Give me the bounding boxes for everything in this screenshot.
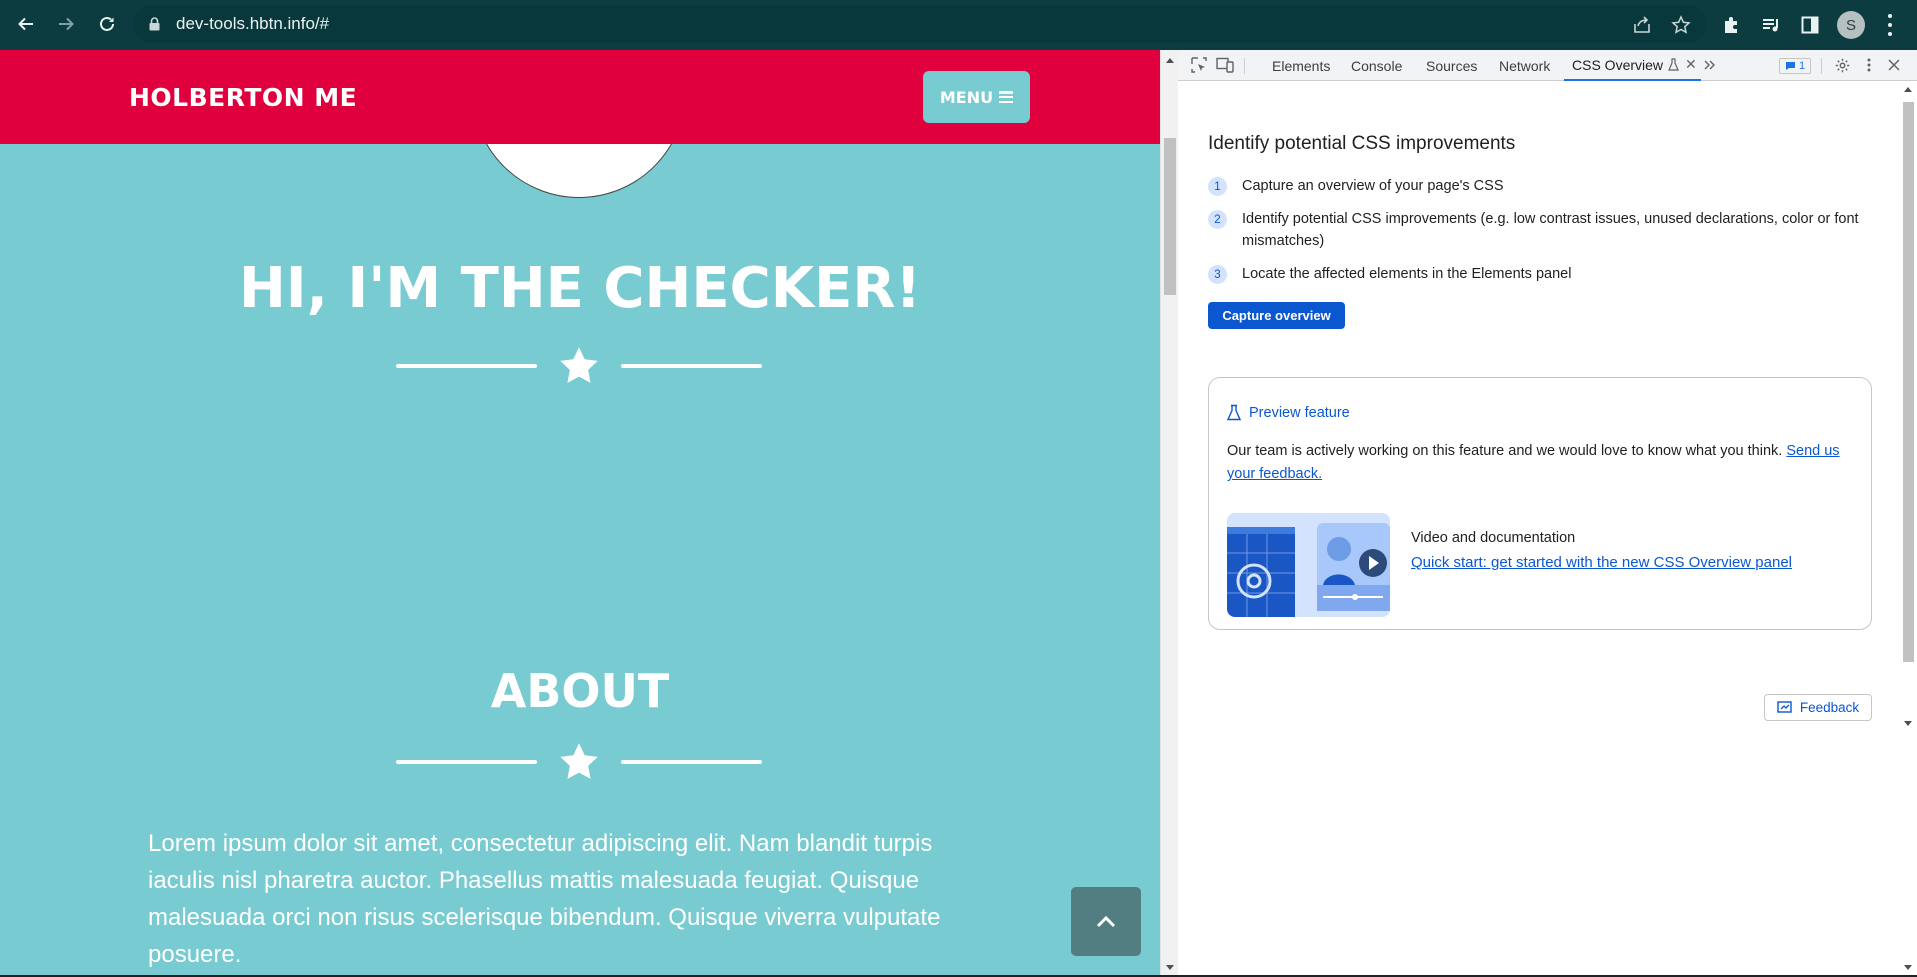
star-icon: [560, 347, 598, 383]
site-brand[interactable]: HOLBERTON ME: [129, 83, 357, 112]
hero-divider: [396, 344, 762, 388]
about-paragraph: Lorem ipsum dolor sit amet, consectetur …: [148, 830, 941, 968]
site-navbar: HOLBERTON ME MENU: [0, 50, 1160, 144]
preview-feature-heading: Preview feature: [1227, 404, 1350, 421]
inspect-icon: [1191, 57, 1207, 73]
video-label: Video and documentation: [1411, 530, 1576, 546]
tab-elements[interactable]: Elements: [1272, 50, 1330, 81]
arrow-right-icon: [59, 17, 74, 31]
kebab-icon: [1867, 58, 1871, 72]
devtools-menu-button[interactable]: [1860, 56, 1878, 74]
preview-feature-text: Our team is actively working on this fea…: [1227, 443, 1840, 482]
devtools-scrollbar-thumb[interactable]: [1903, 102, 1914, 662]
flask-icon: [1227, 404, 1241, 421]
overview-title: Identify potential CSS improvements: [1208, 133, 1516, 154]
hamburger-icon: [999, 91, 1014, 103]
gear-icon: [1835, 58, 1849, 72]
tab-console[interactable]: Console: [1351, 50, 1402, 81]
forward-button[interactable]: [52, 10, 80, 38]
side-panel-icon: [1801, 16, 1819, 34]
tab-sources[interactable]: Sources: [1426, 50, 1477, 81]
close-tab-icon[interactable]: ✕: [1685, 56, 1697, 73]
video-thumbnail[interactable]: [1227, 513, 1390, 617]
capture-overview-button[interactable]: Capture overview: [1208, 302, 1345, 329]
side-panel-button[interactable]: [1798, 13, 1822, 37]
page-scrollbar-thumb[interactable]: [1164, 138, 1176, 295]
url-text: dev-tools.hbtn.info/#: [176, 14, 330, 33]
scroll-to-top-button[interactable]: [1071, 887, 1141, 956]
page-viewport: HOLBERTON ME MENU HI, I'M THE CHECKER! A…: [0, 50, 1160, 975]
settings-button[interactable]: [1833, 56, 1851, 74]
media-button[interactable]: [1759, 13, 1783, 37]
star-icon: [560, 743, 598, 779]
page-scrollbar[interactable]: [1160, 50, 1178, 975]
issues-badge[interactable]: 1: [1779, 58, 1811, 74]
chevron-double-right-icon: [1704, 60, 1715, 70]
chevron-up-icon: [1096, 915, 1116, 927]
browser-toolbar: dev-tools.hbtn.info/# S: [0, 0, 1917, 50]
profile-avatar[interactable]: S: [1837, 11, 1865, 39]
queue-music-icon: [1763, 19, 1778, 32]
device-icon: [1216, 57, 1234, 73]
feedback-icon: [1777, 701, 1792, 713]
devtools-panel: Elements Console Sources Network CSS Ove…: [1178, 50, 1917, 975]
flask-icon: [1668, 58, 1679, 71]
more-tabs-button[interactable]: [1701, 56, 1719, 74]
about-title: ABOUT: [490, 664, 670, 718]
inspect-element-button[interactable]: [1190, 56, 1208, 74]
chat-icon: [1785, 62, 1795, 70]
devtools-tabbar: Elements Console Sources Network CSS Ove…: [1178, 50, 1917, 81]
close-icon: [1888, 59, 1900, 71]
devtools-scrollbar[interactable]: [1899, 81, 1917, 731]
bookmark-star-icon[interactable]: [1671, 15, 1691, 35]
feedback-button[interactable]: Feedback: [1764, 694, 1872, 721]
reload-icon: [100, 16, 114, 31]
devtools-scroll-down[interactable]: [1899, 961, 1917, 975]
menu-label: MENU: [939, 87, 994, 107]
preview-feature-card: Preview feature Our team is actively wor…: [1208, 377, 1872, 630]
hero-title: HI, I'M THE CHECKER!: [238, 256, 922, 321]
tab-css-overview[interactable]: CSS Overview ✕: [1564, 50, 1701, 81]
back-button[interactable]: [12, 10, 40, 38]
arrow-left-icon: [18, 17, 33, 31]
browser-menu-button[interactable]: [1887, 14, 1893, 36]
device-toolbar-button[interactable]: [1216, 56, 1234, 74]
lock-icon: [149, 17, 160, 31]
menu-button[interactable]: MENU: [923, 71, 1030, 123]
tab-network[interactable]: Network: [1499, 50, 1550, 81]
extensions-button[interactable]: [1719, 13, 1743, 37]
reload-button[interactable]: [93, 10, 121, 38]
chrome-video-illustration: [1227, 513, 1390, 617]
quick-start-link[interactable]: Quick start: get started with the new CS…: [1411, 554, 1792, 571]
address-bar[interactable]: dev-tools.hbtn.info/#: [134, 5, 1706, 43]
close-devtools-button[interactable]: [1885, 56, 1903, 74]
about-divider: [396, 740, 762, 784]
puzzle-icon: [1725, 17, 1737, 33]
share-icon[interactable]: [1632, 15, 1652, 35]
